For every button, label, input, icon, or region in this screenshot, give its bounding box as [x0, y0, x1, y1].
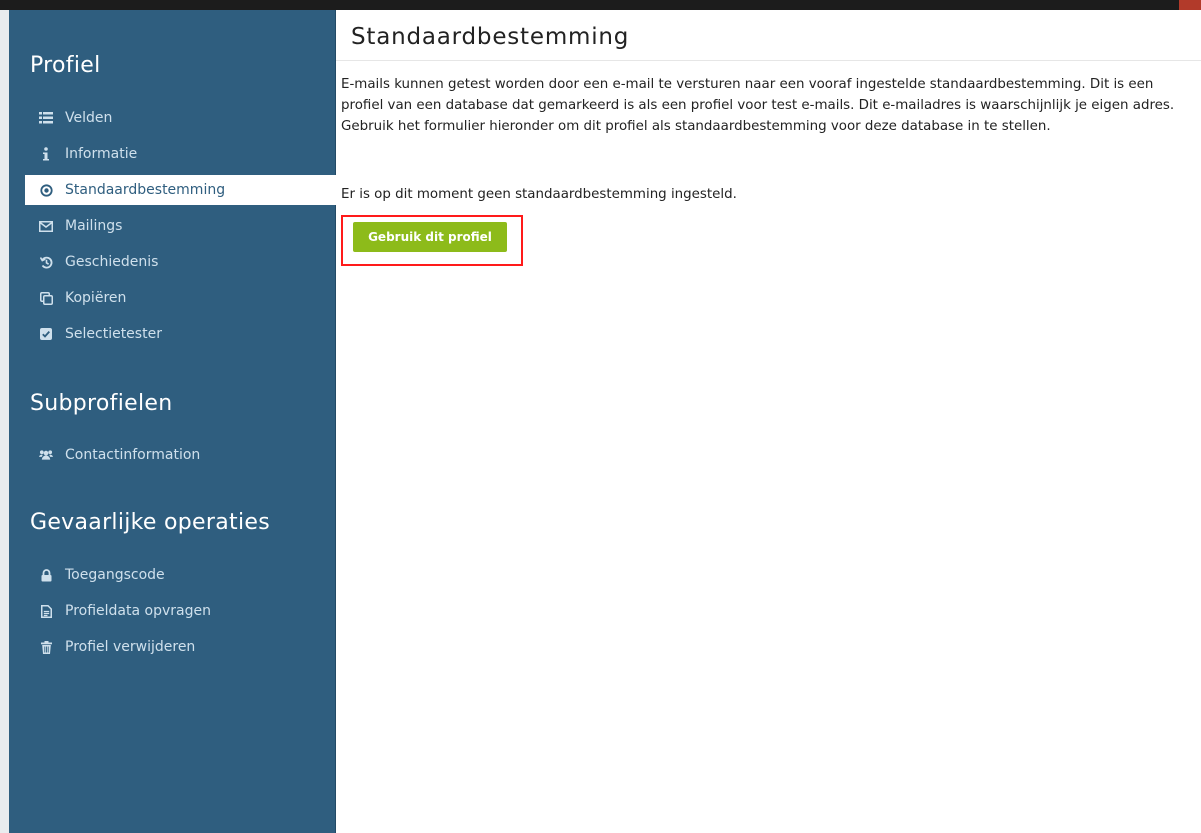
sidebar-item-profieldata-opvragen[interactable]: Profieldata opvragen: [25, 596, 336, 626]
status-text: Er is op dit moment geen standaardbestem…: [341, 187, 737, 202]
target-icon: [39, 183, 53, 197]
use-profile-button[interactable]: Gebruik dit profiel: [353, 222, 507, 252]
sidebar-item-label: Selectietester: [65, 326, 162, 342]
envelope-icon: [39, 219, 53, 233]
left-edge-strip: [0, 10, 9, 833]
app-window: Profiel Velden Informatie Standaardbeste…: [0, 0, 1201, 833]
trash-icon: [39, 640, 53, 654]
top-bar-accent: [1179, 0, 1201, 10]
sidebar-item-label: Velden: [65, 110, 113, 126]
intro-text: E-mails kunnen getest worden door een e-…: [341, 77, 1175, 134]
sidebar-item-profiel-verwijderen[interactable]: Profiel verwijderen: [25, 632, 336, 662]
sidebar-item-velden[interactable]: Velden: [25, 103, 336, 133]
section-title-profiel: Profiel: [30, 53, 101, 78]
lock-icon: [39, 568, 53, 582]
main-content: Standaardbestemming E-mails kunnen getes…: [336, 10, 1201, 833]
sidebar-item-informatie[interactable]: Informatie: [25, 139, 336, 169]
section-title-subprofielen: Subprofielen: [30, 391, 173, 416]
sidebar-item-mailings[interactable]: Mailings: [25, 211, 336, 241]
top-bar: [0, 0, 1201, 10]
sidebar-item-label: Toegangscode: [65, 567, 165, 583]
sidebar-item-label: Informatie: [65, 146, 138, 162]
sidebar-item-contactinformation[interactable]: Contactinformation: [25, 440, 336, 470]
list-icon: [39, 111, 53, 125]
sidebar-item-geschiedenis[interactable]: Geschiedenis: [25, 247, 336, 277]
users-icon: [39, 448, 53, 462]
page-title: Standaardbestemming: [351, 24, 630, 50]
document-icon: [39, 604, 53, 618]
sidebar: Profiel Velden Informatie Standaardbeste…: [9, 10, 336, 833]
sidebar-item-label: Geschiedenis: [65, 254, 159, 270]
info-icon: [39, 147, 53, 161]
sidebar-item-standaardbestemming[interactable]: Standaardbestemming: [25, 175, 336, 205]
copy-icon: [39, 291, 53, 305]
history-icon: [39, 255, 53, 269]
sidebar-item-label: Contactinformation: [65, 447, 201, 463]
sidebar-item-label: Standaardbestemming: [65, 182, 226, 198]
sidebar-item-label: Mailings: [65, 218, 123, 234]
sidebar-item-kopieren[interactable]: Kopiëren: [25, 283, 336, 313]
sidebar-item-label: Profieldata opvragen: [65, 603, 211, 619]
section-title-gevaarlijke-operaties: Gevaarlijke operaties: [30, 510, 270, 535]
checkbox-icon: [39, 327, 53, 341]
sidebar-item-label: Kopiëren: [65, 290, 127, 306]
title-divider: [336, 60, 1201, 61]
sidebar-item-toegangscode[interactable]: Toegangscode: [25, 560, 336, 590]
sidebar-item-label: Profiel verwijderen: [65, 639, 196, 655]
sidebar-item-selectietester[interactable]: Selectietester: [25, 319, 336, 349]
